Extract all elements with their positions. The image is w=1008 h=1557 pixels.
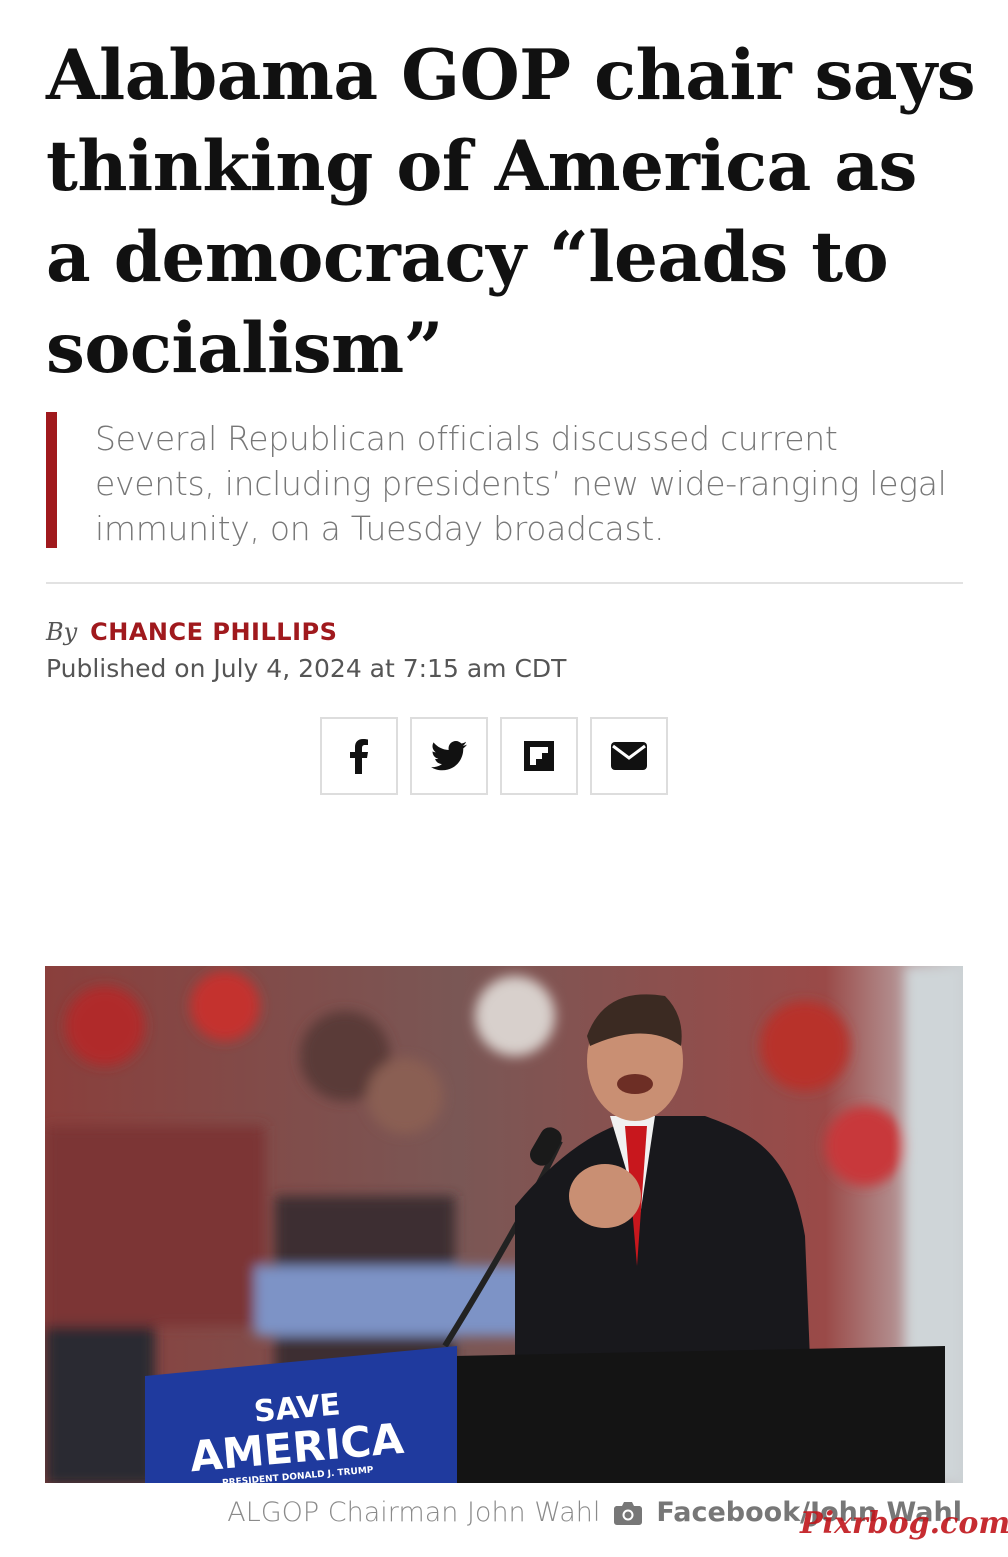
author-link[interactable]: CHANCE PHILLIPS xyxy=(90,618,337,646)
published-date: Published on July 4, 2024 at 7:15 am CDT xyxy=(46,654,567,683)
byline-prefix: By xyxy=(46,618,78,646)
twitter-icon xyxy=(431,741,467,771)
envelope-icon xyxy=(611,742,647,770)
share-facebook-button[interactable] xyxy=(320,717,398,795)
divider xyxy=(46,582,963,584)
share-email-button[interactable] xyxy=(590,717,668,795)
deck-text: Several Republican officials discussed c… xyxy=(95,419,947,548)
article-photo[interactable]: SAVE AMERICA PRESIDENT DONALD J. TRUMP xyxy=(45,966,963,1483)
watermark: Pixrbog.com xyxy=(800,1506,1008,1541)
camera-icon xyxy=(614,1501,643,1525)
caption-text: ALGOP Chairman John Wahl xyxy=(227,1497,601,1528)
share-twitter-button[interactable] xyxy=(410,717,488,795)
photo-illustration: SAVE AMERICA PRESIDENT DONALD J. TRUMP xyxy=(45,966,963,1483)
facebook-icon xyxy=(350,739,368,774)
byline: By CHANCE PHILLIPS xyxy=(46,616,337,648)
article-deck: Several Republican officials discussed c… xyxy=(46,412,966,548)
article-headline: Alabama GOP chair says thinking of Ameri… xyxy=(46,35,976,389)
share-bar xyxy=(320,717,668,795)
share-flipboard-button[interactable] xyxy=(500,717,578,795)
flipboard-icon xyxy=(524,741,554,771)
